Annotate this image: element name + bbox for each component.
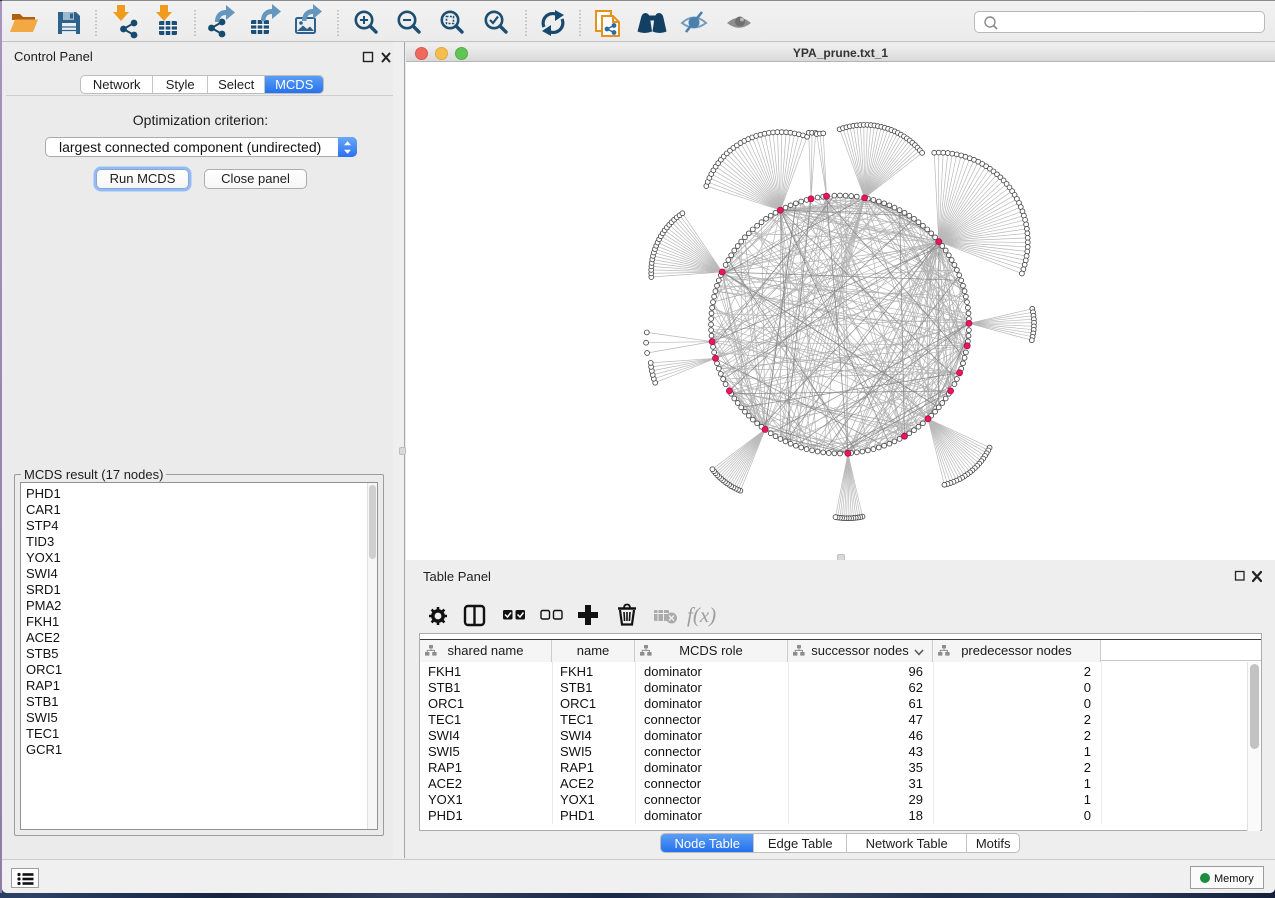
svg-text:f(x): f(x) <box>687 603 716 627</box>
